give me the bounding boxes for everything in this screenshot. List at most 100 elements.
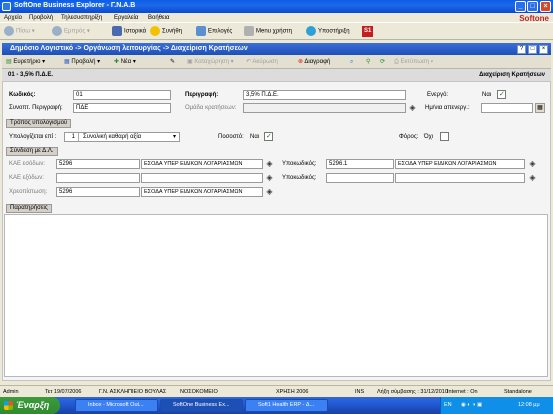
inactive-date-field[interactable] bbox=[481, 103, 533, 113]
new-button[interactable]: ✚ Νέα ▾ bbox=[114, 57, 136, 67]
subcode1-label: Υποκωδικός: bbox=[282, 161, 317, 167]
menu-bar: Αρχείο Προβολή Τηλεσυσπηρίξη Εργαλεία Βο… bbox=[0, 13, 553, 23]
subcode1-code[interactable]: 5296.1 bbox=[326, 159, 394, 169]
calc-section-header[interactable]: Τρόπος υπολογισμού bbox=[6, 119, 72, 128]
status-mode: Standalone bbox=[504, 389, 532, 395]
softone-logo: Softone bbox=[519, 14, 549, 23]
save-button[interactable]: ▣ Καταχώρηση ▾ bbox=[187, 57, 234, 67]
form-close-button[interactable]: × bbox=[539, 45, 548, 54]
menu-view[interactable]: Προβολή bbox=[29, 15, 53, 21]
delete-button[interactable]: ⊗ Διαγραφή bbox=[298, 57, 330, 67]
back-arrow-icon bbox=[4, 26, 14, 36]
history-button[interactable]: Ιστορικά bbox=[112, 26, 146, 37]
edit-icon[interactable]: ✎ bbox=[170, 57, 175, 67]
subcode1-desc: ΕΣΟΔΑ ΥΠΕΡ ΕΙΔΙΚΩΝ ΛΟΓΑΡΙΑΣΜΩΝ bbox=[395, 159, 525, 169]
kae-expense-code[interactable] bbox=[56, 173, 140, 183]
printer-icon: ⎙ bbox=[394, 59, 399, 65]
lookup-icon[interactable]: ◈ bbox=[528, 174, 537, 183]
dropdown-arrow-icon[interactable]: ▾ bbox=[173, 133, 176, 140]
refresh-icon[interactable]: ⟳ bbox=[380, 57, 385, 67]
tools-icon[interactable]: ⚲ bbox=[366, 57, 370, 67]
minimize-button[interactable]: _ bbox=[515, 1, 526, 12]
menu-tools[interactable]: Εργαλεία bbox=[114, 15, 138, 21]
kae-income-label: ΚΑΕ εσόδων: bbox=[9, 161, 46, 167]
calc-on-field[interactable]: 1 Συνολική καθαρή αξία bbox=[64, 132, 180, 142]
view-icon: ▦ bbox=[64, 59, 70, 65]
remarks-section-header[interactable]: Παρατηρήσεις bbox=[6, 204, 52, 213]
taskbar-item-erp[interactable]: Soft1 Health ERP - Δ... bbox=[245, 399, 328, 412]
back-button[interactable]: Πίσω ▾ bbox=[4, 26, 35, 37]
window-title: SoftOne Business Explorer - Γ.Ν.Α.Β bbox=[14, 2, 136, 9]
user-menu-icon bbox=[244, 26, 254, 36]
options-icon bbox=[196, 26, 206, 36]
menu-support[interactable]: Τηλεσυσπηρίξη bbox=[61, 15, 102, 21]
link-section-header[interactable]: Σύνδεση με Δ.Λ. bbox=[6, 147, 58, 156]
system-tray: EN ◉ ◐ ◑ ▣ 12:08 μμ bbox=[440, 397, 553, 414]
s1-button[interactable]: S1 bbox=[362, 26, 374, 37]
deduction-group-label: Ομάδα κρατήσεων: bbox=[185, 105, 237, 111]
menu-help[interactable]: Βοήθεια bbox=[148, 15, 170, 21]
forward-button[interactable]: Εμπρός ▾ bbox=[52, 26, 90, 37]
percent-checkbox[interactable] bbox=[264, 132, 273, 141]
cancel-button[interactable]: ↶ Ακύρωση bbox=[246, 57, 278, 67]
kae-income-desc: ΕΣΟΔΑ ΥΠΕΡ ΕΙΔΙΚΩΝ ΛΟΓΑΡΙΑΣΜΩΝ bbox=[141, 159, 263, 169]
view-button[interactable]: ▦ Προβολή ▾ bbox=[64, 57, 100, 67]
status-org: Γ.Ν. ΑΣΚΛΗΠΙΕΙΟ ΒΟΥΛΑΣ bbox=[99, 389, 167, 395]
active-checkbox[interactable] bbox=[497, 90, 506, 99]
calc-on-label: Υπολογίζεται επί : bbox=[9, 134, 57, 140]
description-field[interactable]: 3,5% Π.Δ.Ε. bbox=[243, 90, 406, 100]
form-restore-button[interactable]: □ bbox=[528, 45, 537, 54]
record-header: 01 - 3,5% Π.Δ.Ε. bbox=[8, 72, 53, 78]
percent-label: Ποσοστό: bbox=[218, 134, 244, 140]
lookup-icon[interactable]: ◈ bbox=[528, 160, 537, 169]
taskbar-item-softone[interactable]: SoftOne Business Ex... bbox=[160, 399, 243, 412]
user-menu-button[interactable]: Menu χρήστη bbox=[244, 26, 292, 37]
description-label: Περιγραφή: bbox=[185, 92, 219, 98]
windows-logo-icon bbox=[4, 401, 13, 410]
kae-income-code[interactable]: 5296 bbox=[56, 159, 140, 169]
remarks-textarea[interactable] bbox=[4, 214, 548, 377]
credit-code[interactable]: 5296 bbox=[56, 187, 140, 197]
active-label: Ενεργό: bbox=[427, 92, 449, 98]
lookup-icon[interactable]: ◈ bbox=[265, 160, 274, 169]
favorites-button[interactable]: Συνήθη bbox=[150, 26, 182, 37]
credit-label: Χρεοπίστωση: bbox=[9, 189, 48, 195]
code-field[interactable]: 01 bbox=[73, 90, 171, 100]
lookup-icon[interactable]: ◈ bbox=[265, 174, 274, 183]
record-header-bar: 01 - 3,5% Π.Δ.Ε. Διαχείριση Κρατήσεων bbox=[2, 69, 551, 81]
new-icon: ✚ bbox=[114, 59, 120, 65]
tax-value: Όχι bbox=[424, 134, 434, 140]
status-dept: ΝΟΣΟΚΟΜΕΙΟ bbox=[180, 389, 218, 395]
form-help-button[interactable]: ? bbox=[517, 45, 526, 54]
inactive-date-label: Ημ/νια απενεργ.: bbox=[425, 105, 470, 111]
language-indicator[interactable]: EN bbox=[444, 402, 452, 408]
percent-value: Ναι bbox=[250, 134, 260, 140]
deduction-group-field[interactable] bbox=[243, 103, 406, 113]
support-button[interactable]: Υποστήριξη bbox=[306, 26, 350, 37]
window-titlebar[interactable]: SoftOne Business Explorer - Γ.Ν.Α.Β _ □ … bbox=[0, 0, 553, 13]
short-desc-field[interactable]: ΠΔΕ bbox=[73, 103, 171, 113]
attach-icon[interactable]: ⌕ bbox=[350, 57, 353, 67]
active-value: Ναι bbox=[482, 92, 492, 98]
options-button[interactable]: Επιλογές bbox=[196, 26, 232, 37]
calendar-icon[interactable]: ▦ bbox=[535, 103, 545, 113]
menu-file[interactable]: Αρχείο bbox=[4, 15, 22, 21]
save-icon: ▣ bbox=[187, 59, 193, 65]
tax-label: Φόρος: bbox=[399, 134, 419, 140]
maximize-button[interactable]: □ bbox=[527, 1, 538, 12]
record-context: Διαχείριση Κρατήσεων bbox=[479, 72, 545, 78]
star-icon bbox=[150, 26, 160, 36]
taskbar-item-outlook[interactable]: Inbox - Microsoft Out... bbox=[75, 399, 158, 412]
print-button[interactable]: ⎙ Εκτύπωση ▾ bbox=[394, 57, 433, 67]
tax-checkbox[interactable] bbox=[440, 132, 449, 141]
directory-button[interactable]: ▤ Ευρετήριο ▾ bbox=[6, 57, 45, 67]
lookup-icon[interactable]: ◈ bbox=[265, 188, 274, 197]
code-label: Κωδικός: bbox=[9, 92, 36, 98]
close-button[interactable]: × bbox=[540, 1, 551, 12]
subcode2-code[interactable] bbox=[326, 173, 394, 183]
clock[interactable]: 12:08 μμ bbox=[518, 402, 540, 408]
calc-on-code: 1 bbox=[67, 133, 79, 141]
tray-icons[interactable]: ◉ ◐ ◑ ▣ bbox=[461, 402, 482, 408]
globe-icon bbox=[306, 26, 316, 36]
lookup-icon[interactable]: ◈ bbox=[408, 104, 417, 113]
